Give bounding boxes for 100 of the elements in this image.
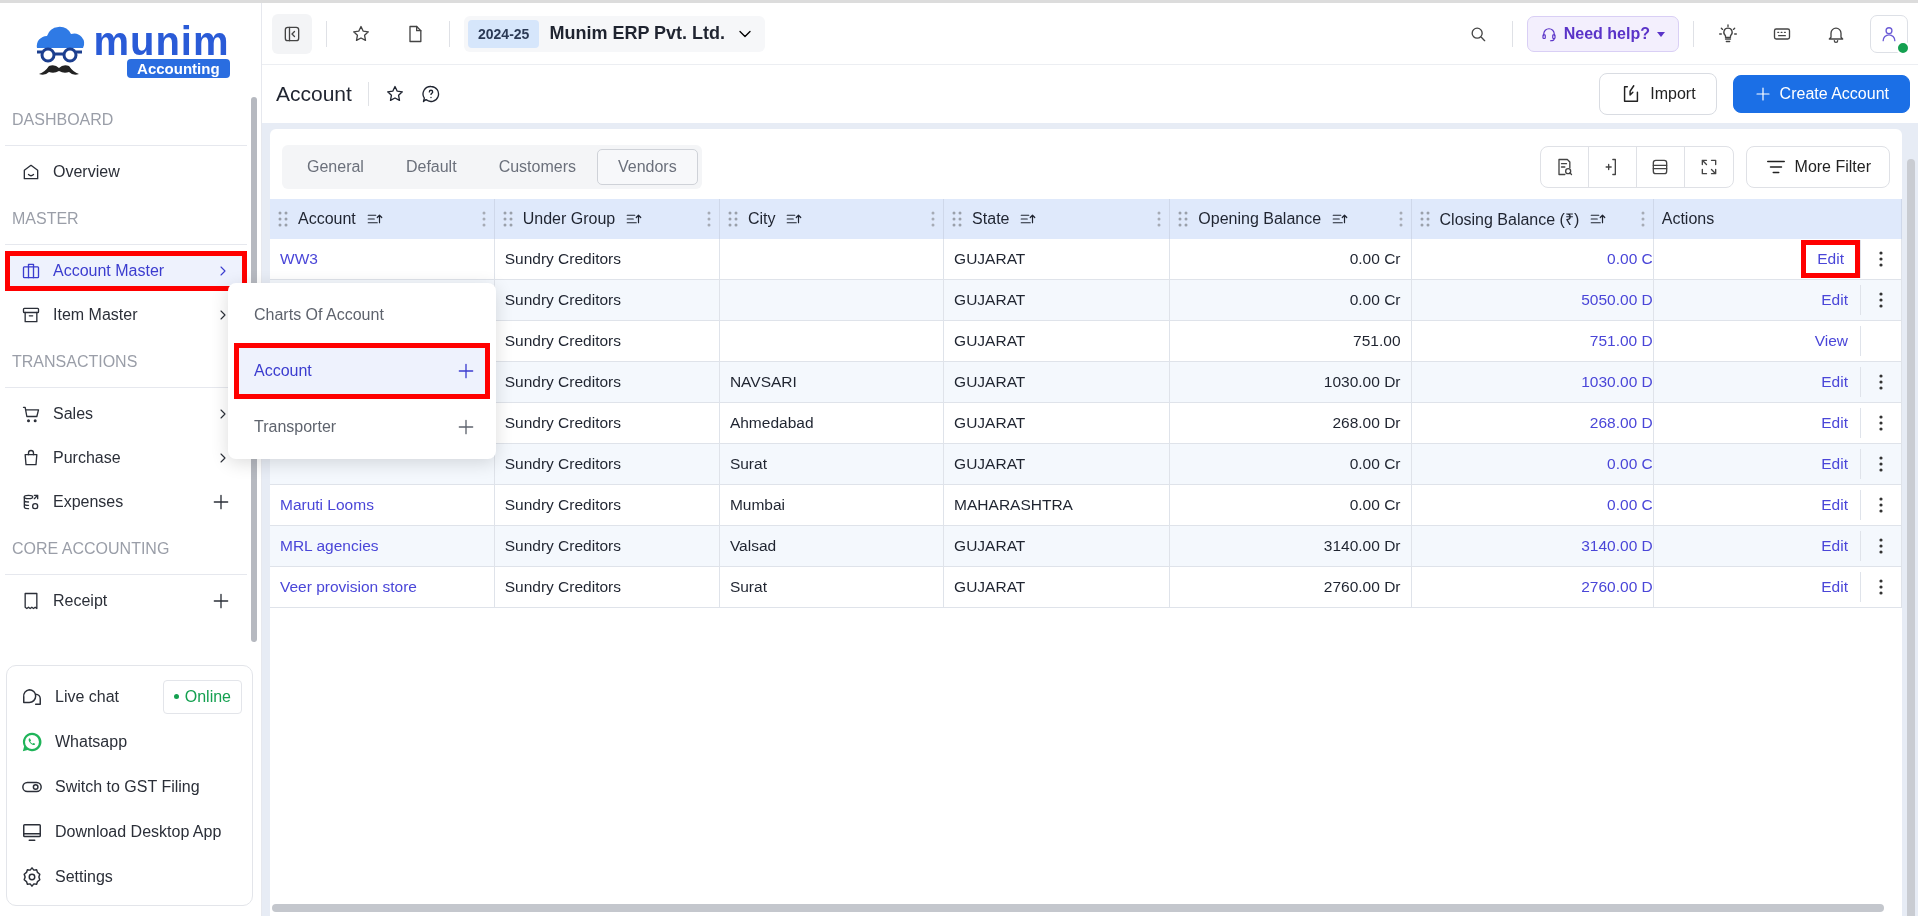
help-link[interactable]: Settings bbox=[55, 867, 242, 886]
row-action-link[interactable]: Edit bbox=[1809, 531, 1861, 561]
submenu-item[interactable]: Account bbox=[234, 343, 490, 399]
table-cell: 2760.00 Dr bbox=[1323, 578, 1401, 595]
lightbulb-icon bbox=[1718, 23, 1738, 44]
drag-handle-icon[interactable] bbox=[1419, 211, 1430, 227]
page-title: Account bbox=[276, 82, 369, 106]
sidebar-item[interactable]: Receipt bbox=[5, 581, 247, 621]
table-cell: Sundry Creditors bbox=[504, 537, 621, 554]
settings-icon bbox=[21, 865, 43, 888]
kebab-icon[interactable] bbox=[481, 211, 486, 227]
table-cell: 751.00 bbox=[1353, 332, 1401, 349]
sidebar-item[interactable]: Account Master bbox=[5, 251, 247, 291]
tab[interactable]: General bbox=[286, 149, 385, 185]
table-cell: GUJARAT bbox=[954, 332, 1026, 349]
column-header: Under Group bbox=[522, 210, 616, 228]
table-cell: Surat bbox=[729, 578, 767, 595]
table-cell: 0.00 C bbox=[1607, 496, 1653, 513]
column-header: Actions bbox=[1661, 210, 1715, 228]
column-header: State bbox=[972, 210, 1010, 228]
table-cell: GUJARAT bbox=[954, 291, 1026, 308]
profile-button[interactable] bbox=[1870, 14, 1908, 53]
table-cell: 1030.00 Dr bbox=[1323, 373, 1401, 390]
tab[interactable]: Vendors bbox=[597, 149, 698, 185]
tab[interactable]: Default bbox=[384, 149, 478, 185]
row-action-link[interactable]: Edit bbox=[1801, 240, 1861, 278]
star-icon bbox=[351, 23, 371, 44]
section-title: DASHBOARD bbox=[5, 97, 247, 146]
brand-name: munim bbox=[93, 22, 230, 59]
row-action-link[interactable]: Edit bbox=[1809, 367, 1861, 397]
column-header: Opening Balance bbox=[1198, 210, 1322, 228]
drag-handle-icon[interactable] bbox=[502, 211, 513, 227]
sidebar-item[interactable]: Overview bbox=[5, 152, 247, 192]
cart-icon bbox=[21, 404, 41, 424]
horizontal-scrollbar[interactable] bbox=[272, 904, 1884, 912]
tab[interactable]: Customers bbox=[477, 149, 597, 185]
sidebar-item[interactable]: Expenses bbox=[5, 482, 247, 522]
kebab-icon bbox=[1879, 497, 1883, 513]
table-cell: Sundry Creditors bbox=[504, 332, 621, 349]
kebab-icon[interactable] bbox=[1640, 211, 1645, 227]
row-action-link[interactable]: Edit bbox=[1809, 449, 1861, 479]
brand-tag: Accounting bbox=[127, 58, 230, 78]
import-button[interactable]: Import bbox=[1599, 73, 1717, 115]
kebab-icon bbox=[1879, 292, 1883, 308]
row-action-link[interactable]: Edit bbox=[1809, 490, 1861, 520]
help-link[interactable]: Switch to GST Filing bbox=[55, 777, 242, 796]
help-link[interactable]: Download Desktop App bbox=[55, 822, 242, 841]
table-cell: GUJARAT bbox=[954, 414, 1026, 431]
table-cell: Valsad bbox=[729, 537, 777, 554]
table-cell: GUJARAT bbox=[954, 455, 1026, 472]
plus-icon bbox=[456, 361, 476, 381]
table-cell: Sundry Creditors bbox=[504, 496, 621, 513]
create-account-button[interactable]: Create Account bbox=[1732, 75, 1910, 113]
row-action-link[interactable]: Edit bbox=[1809, 285, 1861, 315]
kebab-icon[interactable] bbox=[706, 211, 711, 227]
kebab-icon[interactable] bbox=[931, 211, 936, 227]
table-cell: GUJARAT bbox=[954, 537, 1026, 554]
help-link[interactable]: Whatsapp bbox=[55, 732, 242, 751]
archive-box-icon bbox=[21, 305, 41, 325]
table-cell: 2760.00 D bbox=[1581, 578, 1653, 595]
table-cell: 0.00 C bbox=[1607, 250, 1653, 267]
table-cell: Sundry Creditors bbox=[504, 578, 621, 595]
table-cell: 0.00 C bbox=[1607, 455, 1653, 472]
help-link[interactable]: Live chat bbox=[55, 687, 151, 706]
row-action-link[interactable]: View bbox=[1802, 326, 1861, 356]
plus-icon bbox=[211, 492, 231, 512]
drag-handle-icon[interactable] bbox=[952, 211, 963, 227]
account-link[interactable]: MRL agencies bbox=[280, 537, 379, 554]
account-link[interactable]: WW3 bbox=[280, 250, 318, 267]
row-action-link[interactable]: Edit bbox=[1809, 408, 1861, 438]
table-cell: GUJARAT bbox=[954, 373, 1026, 390]
account-link[interactable]: Maruti Looms bbox=[280, 496, 374, 513]
table-cell: 0.00 Cr bbox=[1349, 250, 1401, 267]
kebab-icon bbox=[1879, 579, 1883, 595]
kebab-icon bbox=[1879, 456, 1883, 472]
section-title: CORE ACCOUNTING bbox=[5, 526, 247, 575]
table-cell: Ahmedabad bbox=[729, 414, 814, 431]
kebab-icon[interactable] bbox=[1157, 211, 1162, 227]
coins-icon bbox=[21, 492, 41, 512]
need-help-button[interactable]: Need help? bbox=[1526, 15, 1679, 52]
table-cell: 751.00 D bbox=[1589, 332, 1653, 349]
page-scrollbar[interactable] bbox=[1907, 159, 1915, 916]
more-filter-button[interactable]: More Filter bbox=[1745, 146, 1890, 188]
account-link[interactable]: Veer provision store bbox=[280, 578, 417, 595]
table-cell: 3140.00 Dr bbox=[1323, 537, 1401, 554]
kebab-icon bbox=[1879, 538, 1883, 554]
drag-handle-icon[interactable] bbox=[727, 211, 738, 227]
table-cell: Sundry Creditors bbox=[504, 291, 621, 308]
table-cell: 0.00 Cr bbox=[1349, 291, 1401, 308]
star-icon bbox=[384, 84, 405, 104]
kebab-icon bbox=[1879, 415, 1883, 431]
table-cell: NAVSARI bbox=[729, 373, 797, 390]
kebab-icon[interactable] bbox=[1398, 211, 1403, 227]
drag-handle-icon[interactable] bbox=[1178, 211, 1189, 227]
collapse-sidebar-button[interactable] bbox=[272, 13, 312, 54]
drag-handle-icon[interactable] bbox=[278, 211, 288, 227]
company-selector[interactable]: 2024-25 Munim ERP Pvt. Ltd. bbox=[464, 15, 766, 52]
table-cell: 0.00 Cr bbox=[1349, 455, 1401, 472]
table-cell: 268.00 Dr bbox=[1332, 414, 1401, 431]
row-action-link[interactable]: Edit bbox=[1809, 572, 1861, 602]
